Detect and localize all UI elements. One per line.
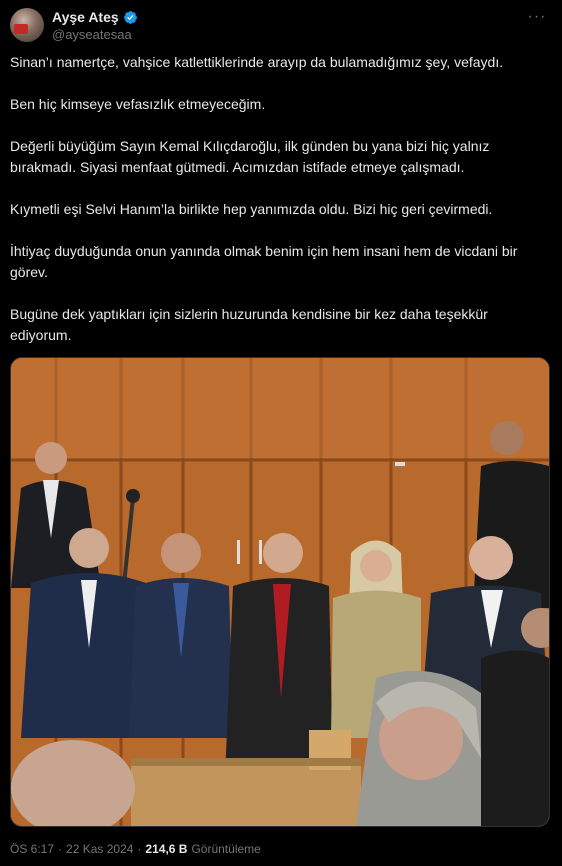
tweet-paragraph: Kıymetli eşi Selvi Hanım’la birlikte hep… [10, 201, 493, 217]
views-label: Görüntüleme [191, 842, 261, 856]
meta-separator: · [58, 842, 63, 856]
tweet-paragraph: Sinan’ı namertçe, vahşice katlettiklerin… [10, 54, 504, 70]
tweet-text: Sinan’ı namertçe, vahşice katlettiklerin… [10, 52, 540, 367]
tweet-paragraph: Ben hiç kimseye vefasızlık etmeyeceğim. [10, 96, 266, 112]
tweet-date[interactable]: 22 Kas 2024 [66, 842, 133, 856]
author-handle[interactable]: @ayseatesaa [52, 27, 132, 42]
photo-illustration [11, 358, 549, 826]
tweet-paragraph: Bugüne dek yaptıkları için sizlerin huzu… [10, 306, 488, 343]
author-display-name[interactable]: Ayşe Ateş [52, 9, 119, 25]
author-name-row: Ayşe Ateş [52, 9, 138, 25]
tweet-meta: ÖS 6:17 · 22 Kas 2024 · 214,6 B Görüntül… [10, 842, 261, 856]
author-avatar[interactable] [10, 8, 44, 42]
tweet-header: Ayşe Ateş @ayseatesaa ··· [10, 8, 552, 44]
meta-separator: · [137, 842, 142, 856]
tweet-paragraph: İhtiyaç duyduğunda onun yanında olmak be… [10, 243, 518, 280]
tweet-photo[interactable] [10, 357, 550, 827]
more-options-icon[interactable]: ··· [526, 9, 548, 28]
verified-badge-icon [123, 10, 137, 24]
tweet-time[interactable]: ÖS 6:17 [10, 842, 54, 856]
views-count: 214,6 B [145, 842, 188, 856]
tweet-paragraph: Değerli büyüğüm Sayın Kemal Kılıçdaroğlu… [10, 138, 490, 175]
